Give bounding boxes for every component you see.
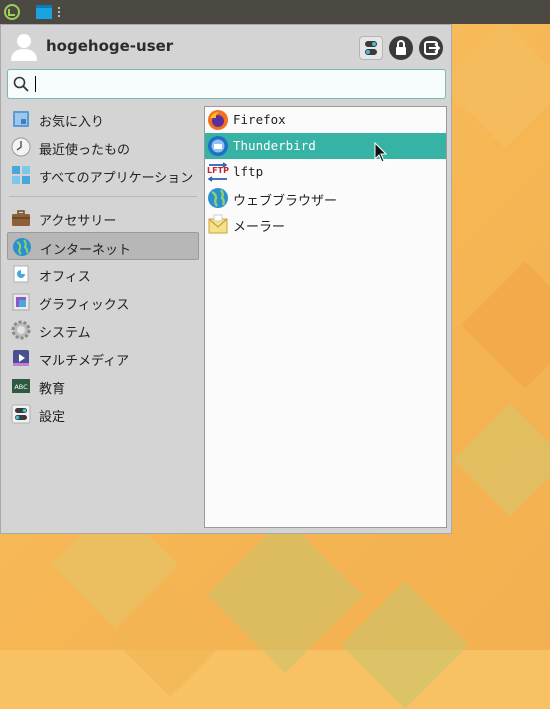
office-icon bbox=[13, 265, 29, 283]
category-label: すべてのアプリケーション bbox=[39, 171, 194, 186]
bg-diamond bbox=[207, 517, 363, 673]
lock-screen-button[interactable] bbox=[389, 36, 413, 60]
linux-mint-logo-icon[interactable] bbox=[3, 3, 21, 21]
favorites-icon bbox=[13, 111, 29, 127]
logout-button[interactable] bbox=[419, 36, 443, 60]
multimedia-icon bbox=[13, 350, 29, 366]
category-system[interactable]: システム bbox=[7, 316, 199, 344]
category-label: インターネット bbox=[40, 243, 132, 258]
mail-icon bbox=[208, 214, 228, 234]
app-label: Thunderbird bbox=[233, 138, 316, 153]
app-label: メーラー bbox=[233, 220, 286, 235]
app-item-thunderbird[interactable]: Thunderbird bbox=[205, 133, 446, 159]
category-label: お気に入り bbox=[39, 115, 105, 130]
category-label: システム bbox=[39, 326, 91, 341]
category-separator bbox=[9, 196, 197, 197]
recent-clock-icon bbox=[11, 137, 31, 157]
gear-icon bbox=[11, 320, 31, 340]
category-accessories[interactable]: アクセサリー bbox=[7, 204, 199, 232]
category-label: オフィス bbox=[39, 270, 91, 285]
category-multimedia[interactable]: マルチメディア bbox=[7, 344, 199, 372]
app-item-firefox[interactable]: Firefox bbox=[205, 107, 446, 133]
lftp-icon: LFTP bbox=[207, 162, 229, 182]
category-label: 教育 bbox=[39, 382, 66, 397]
svg-text:ABC: ABC bbox=[14, 383, 28, 391]
app-label: Firefox bbox=[233, 112, 286, 127]
lock-icon bbox=[396, 40, 406, 55]
firefox-icon bbox=[208, 110, 228, 130]
category-all-apps[interactable]: すべてのアプリケーション bbox=[7, 161, 199, 189]
category-label: アクセサリー bbox=[39, 214, 117, 229]
globe-icon bbox=[13, 238, 31, 256]
category-settings[interactable]: 設定 bbox=[7, 400, 199, 428]
all-apps-icon bbox=[12, 166, 30, 184]
settings-button[interactable] bbox=[359, 36, 383, 60]
category-education[interactable]: ABC 教育 bbox=[7, 372, 199, 400]
briefcase-icon bbox=[12, 210, 30, 226]
text-caret bbox=[35, 76, 36, 92]
graphics-icon bbox=[12, 293, 30, 311]
category-label: 最近使ったもの bbox=[39, 143, 131, 158]
bg-diamond bbox=[441, 21, 550, 149]
thunderbird-icon bbox=[208, 136, 228, 156]
user-avatar-icon bbox=[11, 34, 37, 61]
search-box[interactable] bbox=[7, 69, 446, 99]
category-recent[interactable]: 最近使ったもの bbox=[7, 133, 199, 161]
bg-diamond bbox=[341, 581, 469, 709]
search-icon bbox=[13, 76, 29, 92]
app-label: ウェブブラウザー bbox=[233, 194, 338, 209]
bg-diamond bbox=[453, 403, 550, 517]
web-browser-icon bbox=[208, 188, 228, 208]
search-input[interactable] bbox=[34, 73, 434, 95]
logout-icon bbox=[424, 41, 441, 55]
bg-diamond bbox=[461, 261, 550, 389]
app-item-mailer[interactable]: メーラー bbox=[205, 211, 446, 237]
svg-text:LFTP: LFTP bbox=[207, 166, 229, 175]
settings-icon bbox=[11, 404, 31, 424]
top-panel bbox=[0, 0, 550, 24]
workspace-switcher-icon[interactable] bbox=[34, 3, 64, 21]
application-menu: hogehoge-user お気に入り 最近使ったもの すべてのアプリケーション… bbox=[0, 24, 452, 534]
application-list: Firefox Thunderbird LFTP lftp ウェブブラウザー メ… bbox=[204, 106, 447, 528]
mouse-pointer-icon bbox=[374, 142, 388, 163]
abc-icon: ABC bbox=[12, 379, 30, 393]
category-label: グラフィックス bbox=[39, 298, 130, 313]
category-favorites[interactable]: お気に入り bbox=[7, 105, 199, 133]
category-internet[interactable]: インターネット bbox=[7, 232, 199, 260]
user-name: hogehoge-user bbox=[46, 37, 174, 55]
category-office[interactable]: オフィス bbox=[7, 260, 199, 288]
app-item-lftp[interactable]: LFTP lftp bbox=[205, 159, 446, 185]
category-label: 設定 bbox=[39, 410, 66, 425]
category-list: お気に入り 最近使ったもの すべてのアプリケーション アクセサリー インターネッ… bbox=[7, 105, 199, 428]
app-item-web-browser[interactable]: ウェブブラウザー bbox=[205, 185, 446, 211]
category-label: マルチメディア bbox=[39, 354, 130, 369]
category-graphics[interactable]: グラフィックス bbox=[7, 288, 199, 316]
toggle-settings-icon bbox=[365, 41, 377, 55]
app-label: lftp bbox=[233, 164, 264, 179]
